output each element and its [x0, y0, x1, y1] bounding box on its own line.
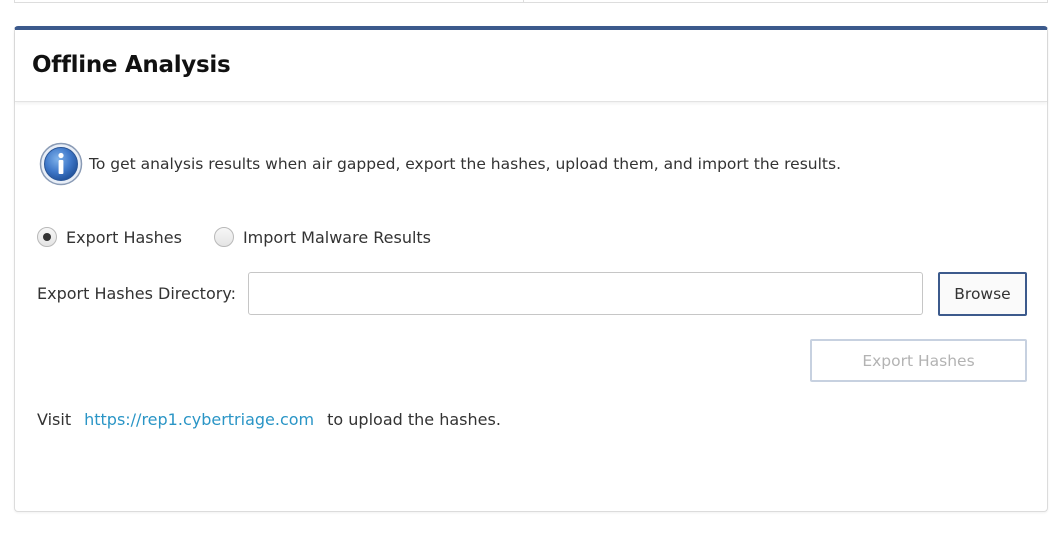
info-icon — [39, 142, 83, 186]
export-directory-input[interactable] — [248, 272, 923, 315]
browse-button[interactable]: Browse — [938, 272, 1027, 316]
offline-analysis-panel: Offline Analysis To get analysis results… — [14, 26, 1048, 512]
visit-suffix: to upload the hashes. — [327, 410, 501, 429]
export-hashes-radio[interactable]: Export Hashes — [37, 227, 182, 247]
radio-circle-selected[interactable] — [37, 227, 57, 247]
visit-prefix: Visit — [37, 410, 72, 429]
upload-instructions: Visit https://rep1.cybertriage.com to up… — [37, 410, 501, 429]
export-directory-label: Export Hashes Directory: — [37, 284, 237, 303]
export-hashes-button[interactable]: Export Hashes — [810, 339, 1027, 382]
radio-dot — [43, 233, 51, 241]
previous-panel-edge — [14, 0, 1048, 3]
info-text: To get analysis results when air gapped,… — [89, 155, 841, 173]
panel-title: Offline Analysis — [32, 52, 231, 78]
import-malware-results-radio[interactable]: Import Malware Results — [213, 227, 431, 247]
cybertriage-link[interactable]: https://rep1.cybertriage.com — [84, 410, 314, 429]
mode-radio-group: Export Hashes Import Malware Results — [37, 225, 431, 249]
previous-panel-divider — [523, 0, 524, 3]
import-malware-results-radio-label[interactable]: Import Malware Results — [243, 228, 431, 247]
panel-header: Offline Analysis — [15, 30, 1047, 102]
radio-circle-unselected[interactable] — [213, 227, 234, 247]
export-hashes-radio-label[interactable]: Export Hashes — [66, 228, 182, 247]
info-message: To get analysis results when air gapped,… — [39, 141, 841, 187]
